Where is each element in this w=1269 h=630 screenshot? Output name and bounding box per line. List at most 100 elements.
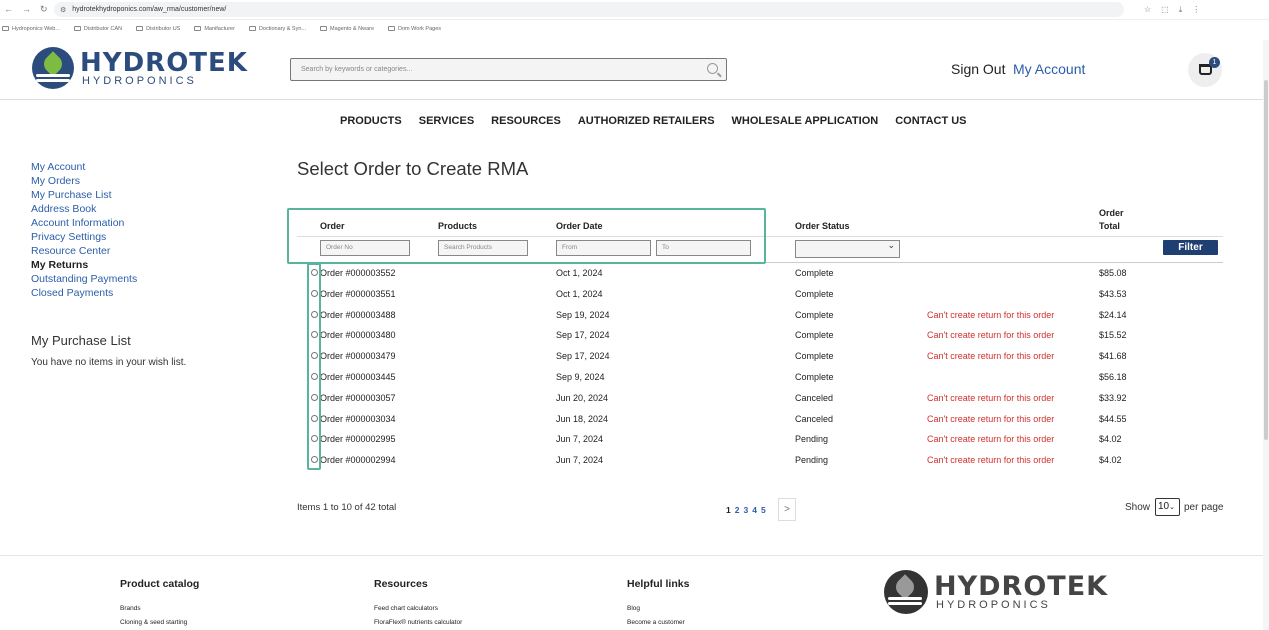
bookmark-item[interactable]: Doctionary & Syn... — [248, 26, 306, 32]
order-date: Jun 7, 2024 — [556, 434, 604, 445]
extension-icon[interactable]: ⬚ — [1161, 5, 1169, 15]
order-no-filter[interactable]: Order No — [320, 240, 410, 256]
search-input[interactable]: Search by keywords or categories... — [290, 58, 727, 81]
chevron-down-icon: ⌄ — [1169, 504, 1175, 511]
filter-button[interactable]: Filter — [1163, 240, 1218, 255]
sidebar-item-my-purchase-list[interactable]: My Purchase List — [31, 188, 137, 202]
nav-item-authorized-retailers[interactable]: AUTHORIZED RETAILERS — [578, 115, 715, 127]
date-to-filter[interactable]: To — [656, 240, 751, 256]
footer-link[interactable]: Become a customer — [627, 616, 689, 630]
cart-button[interactable]: 1 — [1188, 53, 1222, 87]
star-icon[interactable]: ☆ — [1144, 5, 1151, 15]
menu-icon[interactable]: ⋮ — [1192, 5, 1200, 15]
header-order-total-line2: Total — [1099, 221, 1120, 231]
order-radio[interactable] — [311, 393, 318, 401]
order-radio[interactable] — [311, 310, 318, 318]
url-text: hydrotekhydroponics.com/aw_rma/customer/… — [72, 6, 227, 13]
sidebar-item-my-account[interactable]: My Account — [31, 160, 137, 174]
page-link-3[interactable]: 3 — [743, 505, 748, 515]
footer-logo[interactable]: HYDROTEK HYDROPONICS — [884, 570, 1108, 614]
order-date: Jun 20, 2024 — [556, 392, 609, 403]
sign-out-link[interactable]: Sign Out — [951, 61, 1005, 77]
order-date: Jun 7, 2024 — [556, 455, 604, 466]
order-radio[interactable] — [311, 331, 318, 339]
order-number: Order #000003034 — [320, 413, 396, 424]
order-radio[interactable] — [311, 373, 318, 380]
nav-item-wholesale-application[interactable]: WHOLESALE APPLICATION — [732, 115, 879, 127]
bookmark-item[interactable]: Distributor US — [136, 26, 180, 32]
bookmarks-bar: Hydroponics Web... Distributor CAN Distrib… — [0, 20, 1269, 37]
folder-icon — [136, 26, 144, 31]
order-radio[interactable] — [311, 435, 318, 443]
site-logo[interactable]: HYDROTEK HYDROPONICS — [32, 47, 248, 89]
return-error-message: Can't create return for this order — [927, 330, 1055, 341]
forward-icon[interactable]: → — [22, 4, 31, 15]
table-row: Order #000003480 Sep 17, 2024 Complete Can'… — [297, 325, 1223, 345]
footer-link[interactable]: FloraFlex® nutrients calculator — [374, 616, 462, 630]
bookmark-item[interactable]: Magento & Nware — [320, 26, 374, 32]
footer-link[interactable]: Blog — [627, 602, 689, 616]
download-icon[interactable]: ⤓ — [1179, 5, 1183, 15]
sidebar-item-outstanding-payments[interactable]: Outstanding Payments — [31, 272, 137, 286]
bookmark-item[interactable]: Distributor CAN — [73, 26, 122, 32]
reload-icon[interactable]: ↻ — [40, 4, 48, 15]
order-status: Canceled — [795, 413, 834, 424]
browser-icons: ☆ ⬚ ⤓ ⋮ — [1144, 5, 1200, 15]
nav-item-resources[interactable]: RESOURCES — [491, 115, 561, 127]
order-status: Complete — [795, 268, 834, 278]
back-icon[interactable]: ← — [4, 4, 13, 15]
bookmark-item[interactable]: Dom Work Pages — [388, 26, 441, 32]
footer-link[interactable]: Brands — [120, 602, 199, 616]
my-account-link[interactable]: My Account — [1013, 61, 1085, 77]
order-status: Complete — [795, 351, 834, 362]
folder-icon — [388, 26, 396, 31]
page-link-4[interactable]: 4 — [752, 505, 757, 515]
order-radio[interactable] — [311, 352, 318, 360]
bookmark-item[interactable]: Manifacturer — [194, 26, 235, 32]
folder-icon — [194, 26, 202, 31]
footer-col-title: Resources — [374, 578, 428, 590]
pagination: 12345 — [726, 505, 766, 515]
nav-item-products[interactable]: PRODUCTS — [340, 115, 402, 127]
address-bar[interactable]: ⚙ hydrotekhydroponics.com/aw_rma/custome… — [54, 2, 1124, 17]
page-link-1[interactable]: 1 — [726, 505, 731, 515]
sidebar-item-account-information[interactable]: Account Information — [31, 216, 137, 230]
sidebar-item-resource-center[interactable]: Resource Center — [31, 244, 137, 258]
footer-link[interactable]: Feed chart calculators — [374, 602, 462, 616]
sidebar-item-privacy-settings[interactable]: Privacy Settings — [31, 230, 137, 244]
order-radio[interactable] — [311, 456, 318, 464]
logo-icon — [884, 570, 928, 614]
order-status-select[interactable] — [795, 240, 900, 258]
sidebar-item-closed-payments[interactable]: Closed Payments — [31, 286, 137, 300]
bookmark-label: Dom Work Pages — [398, 25, 442, 32]
date-from-filter[interactable]: From — [556, 240, 651, 256]
nav-item-contact-us[interactable]: CONTACT US — [895, 115, 966, 127]
next-page-button[interactable]: > — [778, 498, 796, 521]
bookmark-item[interactable]: Hydroponics Web... — [2, 26, 60, 32]
scrollbar-thumb[interactable] — [1264, 80, 1268, 440]
account-sidebar: My Account My Orders My Purchase List Addre… — [31, 160, 137, 300]
footer-link[interactable]: Cloning & seed starting — [120, 616, 199, 630]
logo-text: HYDROTEK — [934, 571, 1109, 602]
order-number: Order #000003057 — [320, 392, 396, 403]
page-link-5[interactable]: 5 — [761, 505, 766, 515]
search-icon[interactable] — [707, 63, 718, 74]
scrollbar[interactable] — [1263, 40, 1269, 630]
sidebar-item-my-orders[interactable]: My Orders — [31, 174, 137, 188]
header-order-status: Order Status — [795, 221, 850, 231]
order-radio[interactable] — [311, 269, 318, 276]
products-filter[interactable]: Search Products — [438, 240, 528, 256]
per-page-select[interactable]: 10⌄ — [1155, 498, 1180, 516]
table-row: Order #000003445 Sep 9, 2024 Complete $56.1… — [297, 367, 1223, 387]
nav-item-services[interactable]: SERVICES — [419, 115, 474, 127]
footer-col-product-catalog: Product catalog Brands Cloning & seed st… — [120, 578, 199, 630]
order-total: $4.02 — [1099, 434, 1122, 445]
order-radio[interactable] — [311, 289, 318, 297]
page-link-2[interactable]: 2 — [735, 505, 740, 515]
order-status: Pending — [795, 455, 829, 466]
sidebar-item-my-returns[interactable]: My Returns — [31, 258, 137, 272]
order-radio[interactable] — [311, 414, 318, 422]
order-date: Sep 19, 2024 — [556, 309, 610, 320]
site-info-icon[interactable]: ⚙ — [60, 6, 66, 14]
sidebar-item-address-book[interactable]: Address Book — [31, 202, 137, 216]
